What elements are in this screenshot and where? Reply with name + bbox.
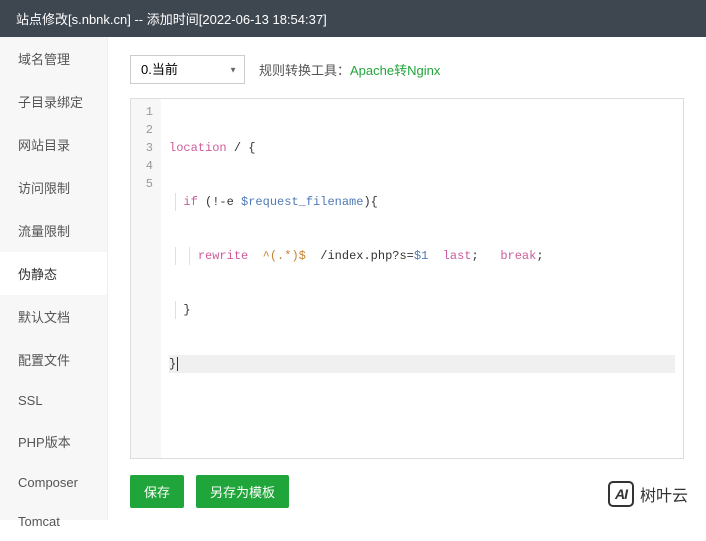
code-line: } [169,301,675,319]
tool-label: 规则转换工具： [259,60,350,79]
code-editor[interactable]: 1 2 3 4 5 location / { if (!-e $request_… [130,98,684,459]
sidebar: 域名管理 子目录绑定 网站目录 访问限制 流量限制 伪静态 默认文档 配置文件 … [0,37,108,520]
line-number: 1 [135,103,153,121]
code-line: rewrite ^(.*)$ /index.php?s=$1 last; bre… [169,247,675,265]
code-line: } [169,355,675,373]
editor-code[interactable]: location / { if (!-e $request_filename){… [161,99,683,458]
sidebar-item-webdir[interactable]: 网站目录 [0,123,107,166]
line-number: 4 [135,157,153,175]
apache-to-nginx-link[interactable]: Apache转Nginx [350,60,440,79]
line-number: 3 [135,139,153,157]
main-panel: 0.当前 规则转换工具： Apache转Nginx 1 2 3 4 5 loca… [108,37,706,520]
sidebar-item-ssl[interactable]: SSL [0,381,107,420]
template-select[interactable]: 0.当前 [130,55,245,84]
brand-logo-icon: AI [608,481,634,507]
line-number: 2 [135,121,153,139]
sidebar-item-traffic-limit[interactable]: 流量限制 [0,209,107,252]
topbar: 0.当前 规则转换工具： Apache转Nginx [130,55,684,84]
save-as-template-button[interactable]: 另存为模板 [196,475,289,508]
sidebar-item-config[interactable]: 配置文件 [0,338,107,381]
brand-name: 树叶云 [640,482,688,506]
sidebar-item-rewrite[interactable]: 伪静态 [0,252,107,295]
main-container: 域名管理 子目录绑定 网站目录 访问限制 流量限制 伪静态 默认文档 配置文件 … [0,37,706,520]
sidebar-item-php[interactable]: PHP版本 [0,420,107,463]
branding: AI 树叶云 [608,481,688,507]
sidebar-item-composer[interactable]: Composer [0,463,107,502]
sidebar-item-default-doc[interactable]: 默认文档 [0,295,107,338]
window-title: 站点修改[s.nbnk.cn] -- 添加时间[2022-06-13 18:54… [16,12,327,27]
line-number: 5 [135,175,153,193]
window-header: 站点修改[s.nbnk.cn] -- 添加时间[2022-06-13 18:54… [0,0,706,37]
sidebar-item-tomcat[interactable]: Tomcat [0,502,107,541]
editor-gutter: 1 2 3 4 5 [131,99,161,458]
code-line: location / { [169,139,675,157]
save-button[interactable]: 保存 [130,475,184,508]
sidebar-item-access-limit[interactable]: 访问限制 [0,166,107,209]
footer-buttons: 保存 另存为模板 [130,459,684,520]
code-line: if (!-e $request_filename){ [169,193,675,211]
sidebar-item-domain[interactable]: 域名管理 [0,37,107,80]
sidebar-item-subdir[interactable]: 子目录绑定 [0,80,107,123]
editor-cursor [177,357,178,371]
template-select-wrap: 0.当前 [130,55,245,84]
